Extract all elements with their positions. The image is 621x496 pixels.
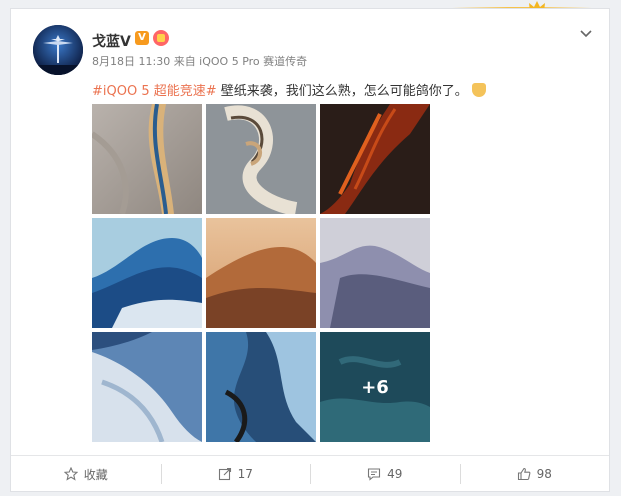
more-images-count[interactable]: +6 xyxy=(320,332,430,442)
comment-icon xyxy=(368,468,381,481)
pray-emoji-icon xyxy=(471,83,486,97)
avatar[interactable] xyxy=(33,25,83,75)
image-grid: +6 xyxy=(92,104,432,442)
weibo-post-card: 戈蓝V V 8月18日 11:30 来自 iQOO 5 Pro 赛道传奇 #iQ… xyxy=(10,8,610,492)
post-meta: 8月18日 11:30 来自 iQOO 5 Pro 赛道传奇 xyxy=(92,55,308,68)
wallpaper-thumbnail-3[interactable] xyxy=(320,104,430,214)
wallpaper-thumbnail-9[interactable]: +6 xyxy=(320,332,430,442)
chevron-down-icon[interactable] xyxy=(578,25,594,41)
star-icon xyxy=(63,467,78,481)
wallpaper-thumbnail-2[interactable] xyxy=(206,104,316,214)
favorite-button[interactable]: 收藏 xyxy=(11,456,161,492)
wallpaper-thumbnail-8[interactable] xyxy=(206,332,316,442)
like-button[interactable]: 98 xyxy=(459,456,610,492)
wallpaper-thumbnail-5[interactable] xyxy=(206,218,316,328)
wallpaper-thumbnail-6[interactable] xyxy=(320,218,430,328)
post-body: 壁纸来袭，我们这么熟，怎么可能鸽你了。 xyxy=(220,84,468,99)
repost-icon xyxy=(218,467,231,481)
like-count: 98 xyxy=(536,467,552,481)
member-icon xyxy=(153,30,169,46)
action-bar: 收藏 17 49 98 xyxy=(11,455,609,492)
repost-count: 17 xyxy=(237,467,253,481)
wallpaper-thumbnail-1[interactable] xyxy=(92,104,202,214)
comment-count: 49 xyxy=(387,467,403,481)
wallpaper-thumbnail-4[interactable] xyxy=(92,218,202,328)
username[interactable]: 戈蓝V xyxy=(92,31,131,51)
wallpaper-thumbnail-7[interactable] xyxy=(92,332,202,442)
post-text: #iQOO 5 超能竞速# 壁纸来袭，我们这么熟，怎么可能鸽你了。 xyxy=(92,80,486,99)
vip-badge: V xyxy=(135,31,149,45)
comment-button[interactable]: 49 xyxy=(310,456,460,492)
repost-button[interactable]: 17 xyxy=(160,456,311,492)
thumbs-up-icon xyxy=(517,467,531,481)
hashtag-link[interactable]: #iQOO 5 超能竞速# xyxy=(92,84,217,99)
favorite-label: 收藏 xyxy=(83,467,108,482)
